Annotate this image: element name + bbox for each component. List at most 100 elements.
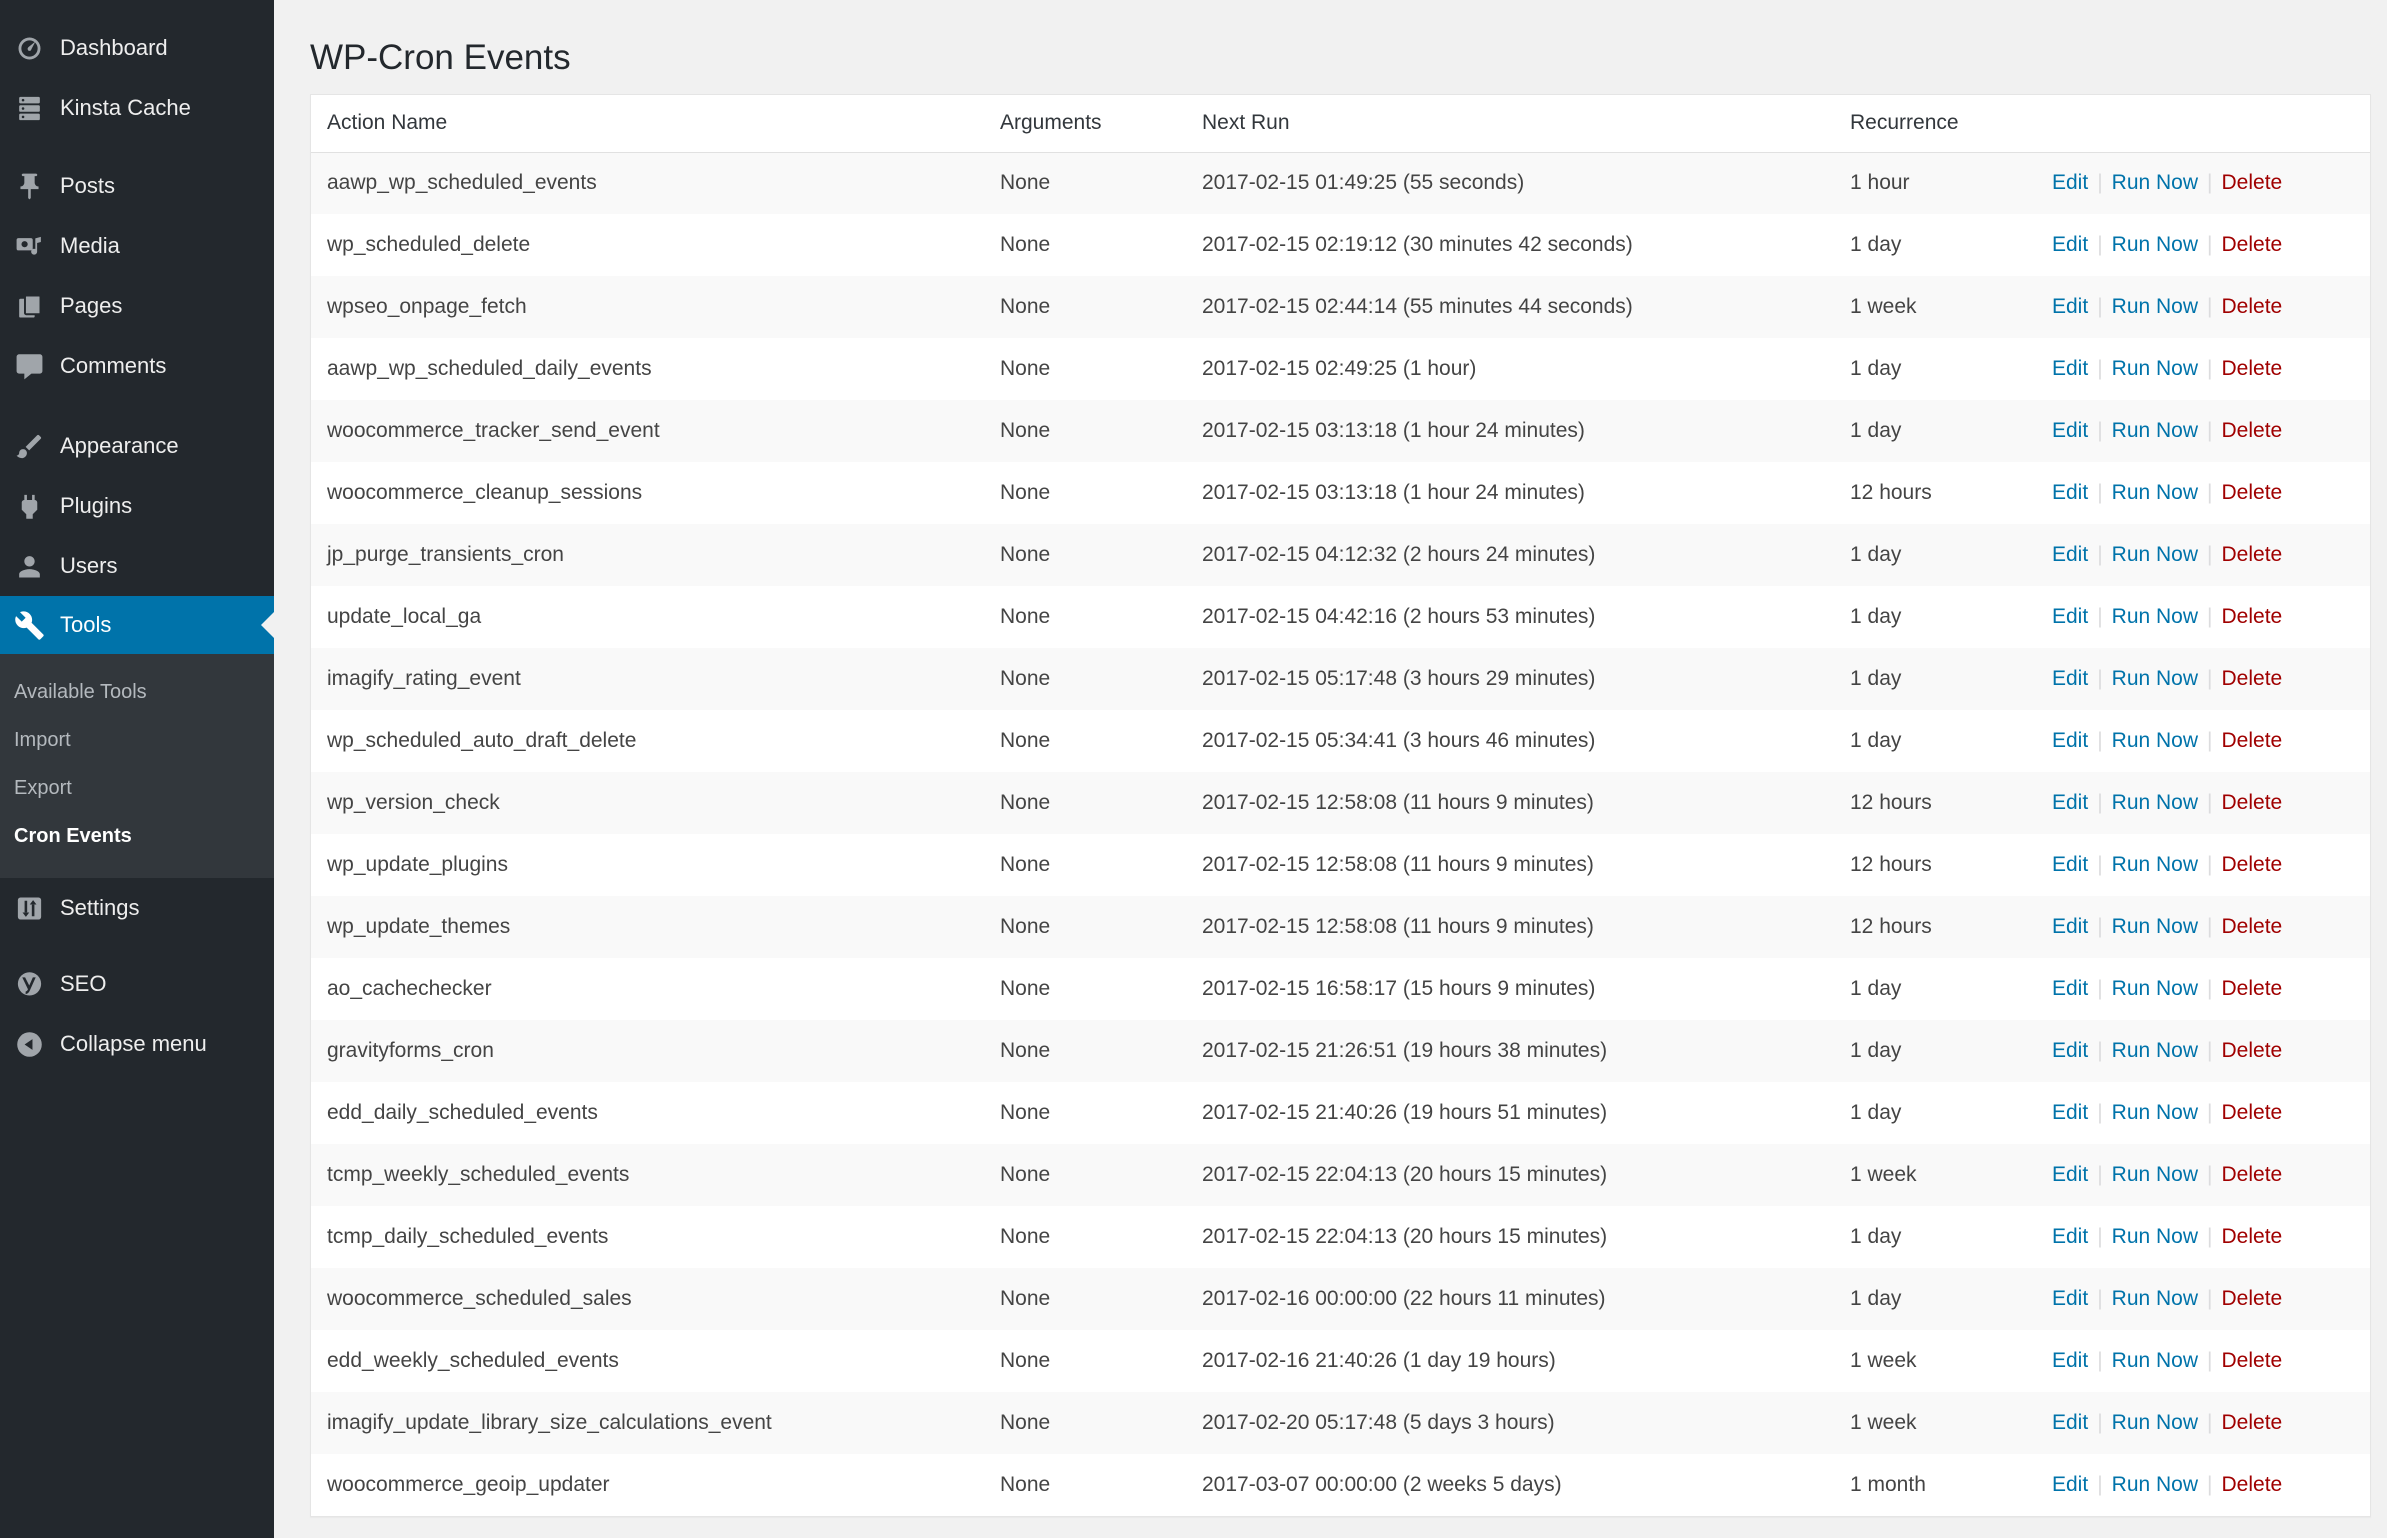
run-now-link[interactable]: Run Now: [2112, 791, 2198, 814]
action-separator: |: [2097, 1039, 2103, 1062]
edit-link[interactable]: Edit: [2052, 729, 2088, 752]
delete-link[interactable]: Delete: [2222, 357, 2283, 380]
edit-link[interactable]: Edit: [2052, 1225, 2088, 1248]
edit-link[interactable]: Edit: [2052, 171, 2088, 194]
delete-link[interactable]: Delete: [2222, 419, 2283, 442]
action-separator: |: [2097, 605, 2103, 628]
delete-link[interactable]: Delete: [2222, 543, 2283, 566]
actions-cell: Edit | Run Now | Delete: [2036, 834, 2370, 896]
edit-link[interactable]: Edit: [2052, 667, 2088, 690]
action-separator: |: [2097, 1411, 2103, 1434]
run-now-link[interactable]: Run Now: [2112, 977, 2198, 1000]
delete-link[interactable]: Delete: [2222, 171, 2283, 194]
edit-link[interactable]: Edit: [2052, 1163, 2088, 1186]
run-now-link[interactable]: Run Now: [2112, 233, 2198, 256]
run-now-link[interactable]: Run Now: [2112, 1411, 2198, 1434]
table-row: aawp_wp_scheduled_daily_events None 2017…: [311, 338, 2370, 400]
edit-link[interactable]: Edit: [2052, 295, 2088, 318]
sidebar-item-kinsta-cache[interactable]: Kinsta Cache: [0, 78, 274, 138]
delete-link[interactable]: Delete: [2222, 295, 2283, 318]
edit-link[interactable]: Edit: [2052, 915, 2088, 938]
delete-link[interactable]: Delete: [2222, 1039, 2283, 1062]
delete-link[interactable]: Delete: [2222, 1287, 2283, 1310]
run-now-link[interactable]: Run Now: [2112, 729, 2198, 752]
sidebar-item-users[interactable]: Users: [0, 536, 274, 596]
run-now-link[interactable]: Run Now: [2112, 419, 2198, 442]
delete-link[interactable]: Delete: [2222, 1225, 2283, 1248]
edit-link[interactable]: Edit: [2052, 853, 2088, 876]
arguments-cell: None: [1000, 1287, 1051, 1310]
edit-link[interactable]: Edit: [2052, 233, 2088, 256]
sidebar-item-pages[interactable]: Pages: [0, 276, 274, 336]
sidebar-item-tools[interactable]: Tools: [0, 596, 274, 654]
delete-link[interactable]: Delete: [2222, 729, 2283, 752]
edit-link[interactable]: Edit: [2052, 419, 2088, 442]
sidebar-item-collapse-menu[interactable]: Collapse menu: [0, 1014, 274, 1074]
delete-link[interactable]: Delete: [2222, 1349, 2283, 1372]
delete-link[interactable]: Delete: [2222, 853, 2283, 876]
delete-link[interactable]: Delete: [2222, 233, 2283, 256]
run-now-link[interactable]: Run Now: [2112, 605, 2198, 628]
run-now-link[interactable]: Run Now: [2112, 667, 2198, 690]
delete-link[interactable]: Delete: [2222, 481, 2283, 504]
delete-link[interactable]: Delete: [2222, 1411, 2283, 1434]
action-name-cell: wp_version_check: [327, 791, 500, 814]
sidebar-item-plugins[interactable]: Plugins: [0, 476, 274, 536]
run-now-link[interactable]: Run Now: [2112, 1039, 2198, 1062]
delete-link[interactable]: Delete: [2222, 791, 2283, 814]
actions-cell: Edit | Run Now | Delete: [2036, 1144, 2370, 1206]
sidebar-item-comments[interactable]: Comments: [0, 336, 274, 396]
sidebar-item-posts[interactable]: Posts: [0, 156, 274, 216]
edit-link[interactable]: Edit: [2052, 543, 2088, 566]
sidebar-item-settings[interactable]: Settings: [0, 878, 274, 938]
run-now-link[interactable]: Run Now: [2112, 1287, 2198, 1310]
sidebar-item-dashboard[interactable]: Dashboard: [0, 18, 274, 78]
sidebar-item-appearance[interactable]: Appearance: [0, 416, 274, 476]
delete-link[interactable]: Delete: [2222, 1163, 2283, 1186]
run-now-link[interactable]: Run Now: [2112, 171, 2198, 194]
run-now-link[interactable]: Run Now: [2112, 1349, 2198, 1372]
delete-link[interactable]: Delete: [2222, 667, 2283, 690]
submenu-item-import[interactable]: Import: [0, 716, 274, 764]
edit-link[interactable]: Edit: [2052, 1287, 2088, 1310]
recurrence-cell: 12 hours: [1850, 481, 1932, 504]
edit-link[interactable]: Edit: [2052, 791, 2088, 814]
edit-link[interactable]: Edit: [2052, 481, 2088, 504]
edit-link[interactable]: Edit: [2052, 1349, 2088, 1372]
pages-icon: [13, 290, 45, 322]
delete-link[interactable]: Delete: [2222, 1101, 2283, 1124]
edit-link[interactable]: Edit: [2052, 1473, 2088, 1496]
submenu-item-cron-events[interactable]: Cron Events: [0, 812, 274, 860]
run-now-link[interactable]: Run Now: [2112, 1163, 2198, 1186]
run-now-link[interactable]: Run Now: [2112, 357, 2198, 380]
edit-link[interactable]: Edit: [2052, 357, 2088, 380]
edit-link[interactable]: Edit: [2052, 1101, 2088, 1124]
sidebar-item-media[interactable]: Media: [0, 216, 274, 276]
run-now-link[interactable]: Run Now: [2112, 1473, 2198, 1496]
submenu-item-available-tools[interactable]: Available Tools: [0, 668, 274, 716]
run-now-link[interactable]: Run Now: [2112, 1101, 2198, 1124]
arguments-cell: None: [1000, 233, 1051, 256]
delete-link[interactable]: Delete: [2222, 915, 2283, 938]
action-separator: |: [2207, 1101, 2213, 1124]
run-now-link[interactable]: Run Now: [2112, 853, 2198, 876]
edit-link[interactable]: Edit: [2052, 977, 2088, 1000]
column-header-arguments: Arguments: [984, 95, 1186, 153]
sidebar-item-label: Posts: [60, 173, 116, 198]
run-now-link[interactable]: Run Now: [2112, 295, 2198, 318]
sidebar-item-seo[interactable]: SEO: [0, 954, 274, 1014]
delete-link[interactable]: Delete: [2222, 977, 2283, 1000]
run-now-link[interactable]: Run Now: [2112, 1225, 2198, 1248]
edit-link[interactable]: Edit: [2052, 1411, 2088, 1434]
edit-link[interactable]: Edit: [2052, 605, 2088, 628]
run-now-link[interactable]: Run Now: [2112, 915, 2198, 938]
delete-link[interactable]: Delete: [2222, 1473, 2283, 1496]
table-row: woocommerce_cleanup_sessions None 2017-0…: [311, 462, 2370, 524]
delete-link[interactable]: Delete: [2222, 605, 2283, 628]
action-separator: |: [2207, 1225, 2213, 1248]
run-now-link[interactable]: Run Now: [2112, 543, 2198, 566]
run-now-link[interactable]: Run Now: [2112, 481, 2198, 504]
edit-link[interactable]: Edit: [2052, 1039, 2088, 1062]
gauge-icon: [13, 32, 45, 64]
submenu-item-export[interactable]: Export: [0, 764, 274, 812]
